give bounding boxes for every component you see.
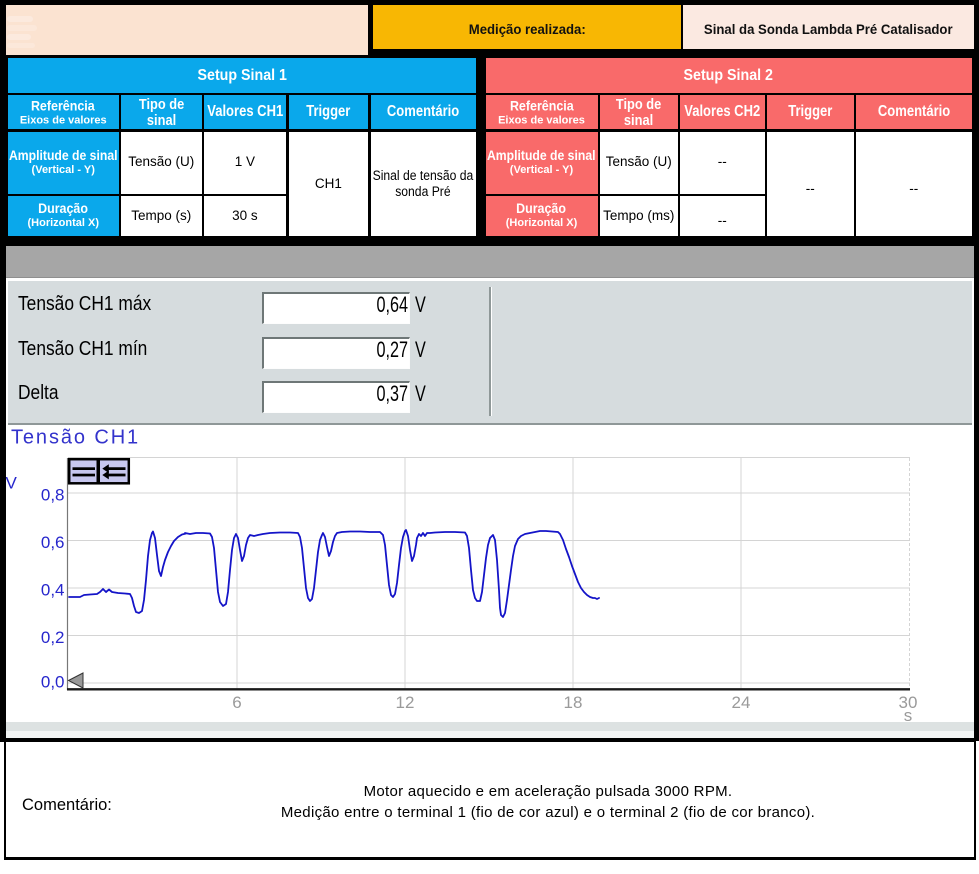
svg-text:6: 6 [232,693,241,712]
svg-text:0,2: 0,2 [41,628,65,647]
svg-text:24: 24 [732,693,751,712]
svg-text:12: 12 [396,693,415,712]
svg-text:V: V [6,474,18,493]
svg-text:18: 18 [564,693,583,712]
svg-text:0,0: 0,0 [41,673,65,692]
svg-text:0,6: 0,6 [41,533,65,552]
svg-text:0,4: 0,4 [41,581,65,600]
svg-text:0,8: 0,8 [41,485,65,504]
svg-text:Tensão CH1: Tensão CH1 [11,427,140,449]
